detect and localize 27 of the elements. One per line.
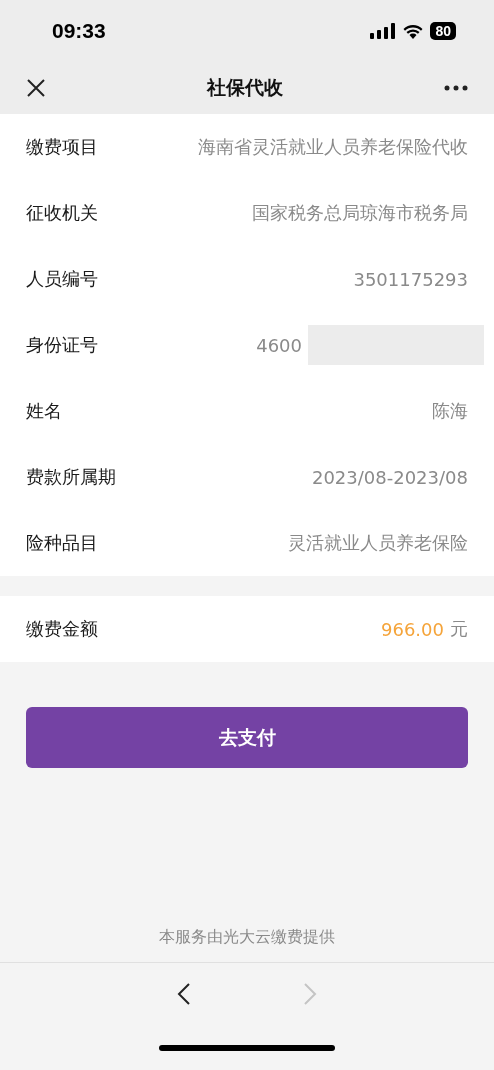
field-value: 海南省灵活就业人员养老保险代收 xyxy=(198,135,468,159)
field-value: 国家税务总局琼海市税务局 xyxy=(252,201,468,225)
field-value: 灵活就业人员养老保险 xyxy=(288,531,468,555)
back-icon[interactable] xyxy=(177,982,191,1006)
field-label: 征收机关 xyxy=(26,201,98,225)
field-label: 人员编号 xyxy=(26,267,98,291)
field-value: 2023/08-2023/08 xyxy=(311,466,468,488)
field-label: 费款所属期 xyxy=(26,465,116,489)
amount-value: 966.00 xyxy=(381,618,444,640)
field-value: 3501175293 xyxy=(353,268,468,290)
amount-label: 缴费金额 xyxy=(26,617,98,641)
amount-unit: 元 xyxy=(450,617,468,641)
footer-note: 本服务由光大云缴费提供 xyxy=(159,927,335,948)
status-time: 09:33 xyxy=(52,19,106,43)
field-label: 身份证号 xyxy=(26,333,98,357)
more-icon[interactable] xyxy=(444,85,468,91)
signal-icon xyxy=(370,23,397,39)
page-title: 社保代收 xyxy=(207,75,283,100)
close-icon[interactable] xyxy=(26,78,46,98)
pay-button[interactable]: 去支付 xyxy=(26,707,468,768)
wifi-icon xyxy=(402,23,425,39)
field-value: 陈海 xyxy=(432,399,468,423)
battery-level: 80 xyxy=(430,22,456,40)
field-label: 姓名 xyxy=(26,399,62,423)
field-label: 缴费项目 xyxy=(26,135,98,159)
field-value: 4600 xyxy=(256,334,302,356)
field-label: 险种品目 xyxy=(26,531,98,555)
